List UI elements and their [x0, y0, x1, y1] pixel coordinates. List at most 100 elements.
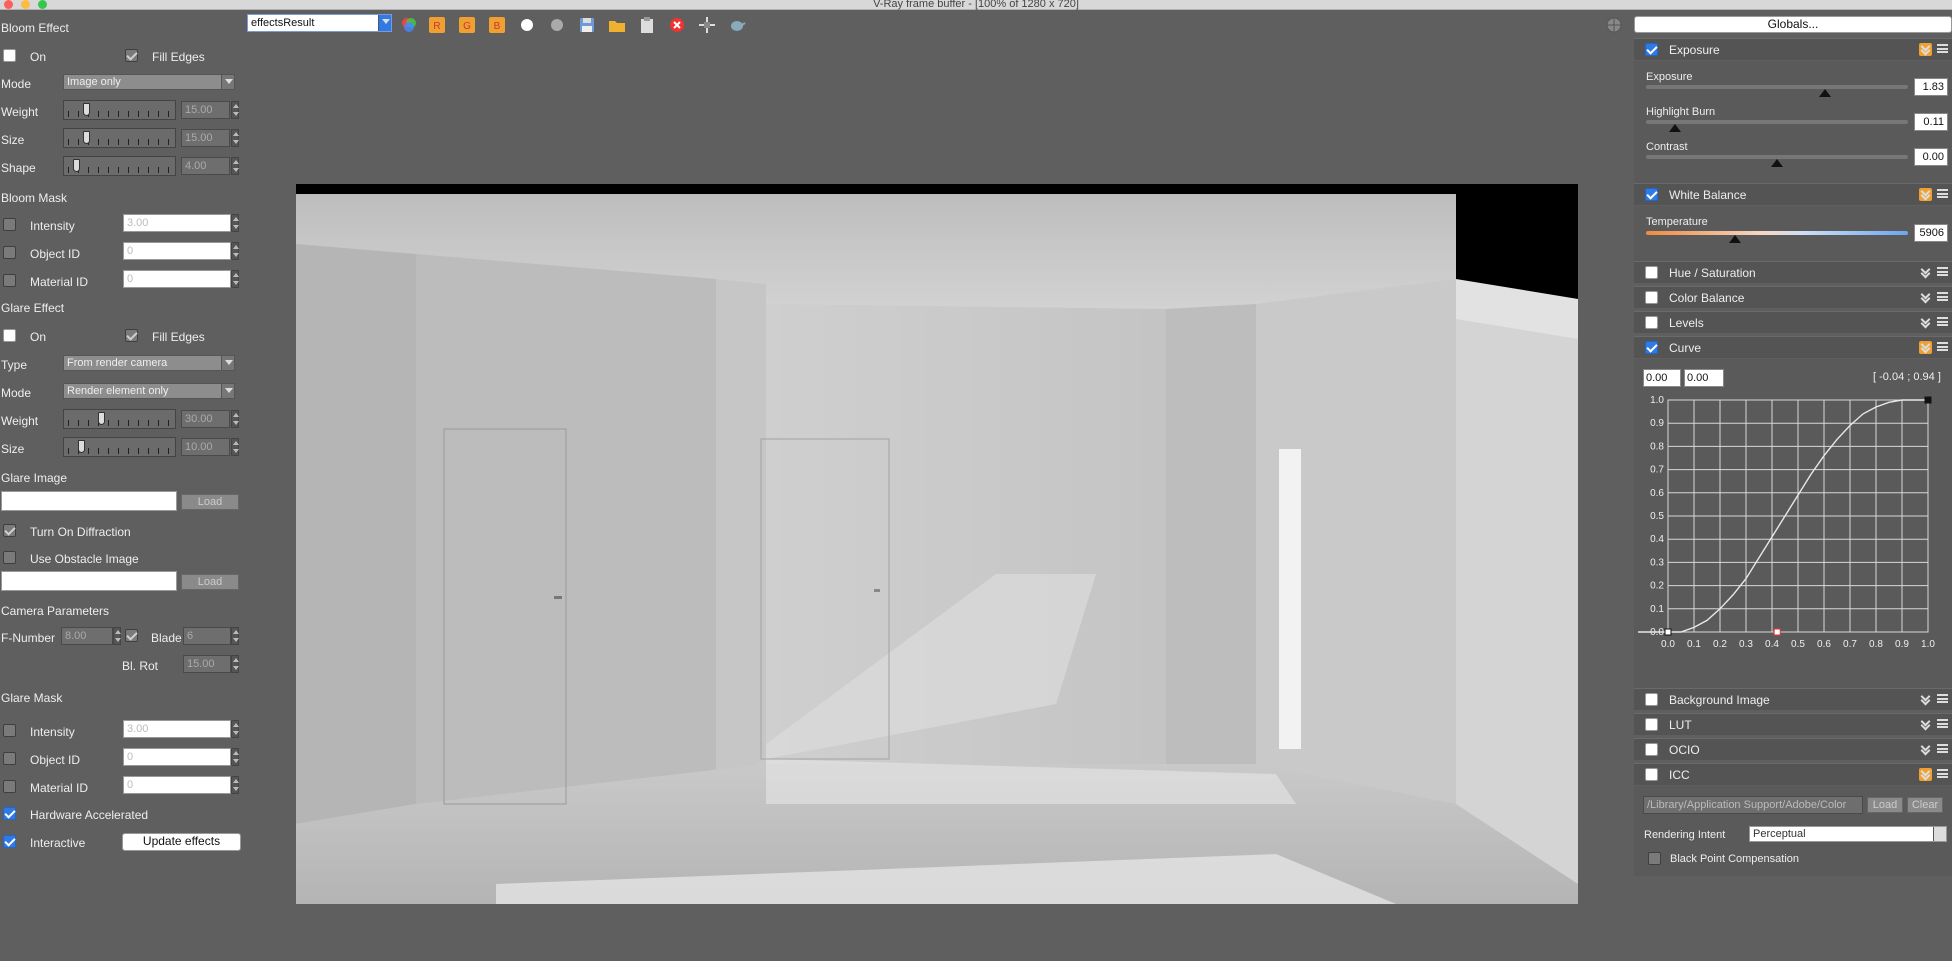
levels-section-header[interactable]: Levels — [1634, 311, 1952, 333]
curve-enable-checkbox[interactable] — [1645, 341, 1658, 354]
interactive-checkbox[interactable] — [3, 835, 16, 848]
glare-material-id-checkbox[interactable] — [3, 780, 16, 793]
levels-enable-checkbox[interactable] — [1645, 316, 1658, 329]
icc-enable-checkbox[interactable] — [1645, 768, 1658, 781]
expand-chevron-icon[interactable] — [1919, 266, 1932, 279]
color-channels-icon[interactable] — [400, 16, 418, 34]
obstacle-image-load-button[interactable]: Load — [181, 574, 239, 590]
bloom-object-id-input[interactable]: 0 — [123, 242, 231, 260]
curve-control-point[interactable] — [1664, 628, 1672, 636]
track-mouse-icon[interactable] — [698, 16, 716, 34]
glare-object-id-input[interactable]: 0 — [123, 748, 231, 766]
bloom-object-id-spinner[interactable] — [231, 242, 239, 260]
glare-image-load-button[interactable]: Load — [181, 494, 239, 510]
glare-size-slider[interactable] — [63, 437, 176, 457]
render-channel-select[interactable]: effectsResult — [247, 14, 392, 32]
collapse-chevron-icon[interactable] — [1919, 341, 1932, 354]
background-image-enable-checkbox[interactable] — [1645, 693, 1658, 706]
clear-image-icon[interactable] — [668, 16, 686, 34]
red-channel-icon[interactable]: R — [428, 16, 446, 34]
hamburger-menu-icon[interactable] — [1937, 342, 1948, 351]
f-number-spinner[interactable] — [113, 627, 121, 645]
rendering-intent-select[interactable]: Perceptual — [1749, 826, 1947, 842]
collapse-chevron-icon[interactable] — [1919, 188, 1932, 201]
blade-spinner[interactable] — [231, 627, 239, 645]
bloom-on-checkbox[interactable] — [3, 49, 16, 62]
bloom-material-id-input[interactable]: 0 — [123, 270, 231, 288]
highlight-burn-slider-thumb[interactable] — [1668, 124, 1681, 132]
temperature-slider[interactable] — [1646, 231, 1908, 235]
black-point-compensation-checkbox[interactable] — [1648, 852, 1661, 865]
curve-control-point[interactable] — [1773, 628, 1781, 636]
glare-object-id-checkbox[interactable] — [3, 752, 16, 765]
bloom-weight-input[interactable]: 15.00 — [181, 101, 230, 119]
glare-intensity-spinner[interactable] — [231, 720, 239, 738]
bloom-material-id-spinner[interactable] — [231, 270, 239, 288]
expand-chevron-icon[interactable] — [1919, 316, 1932, 329]
expand-chevron-icon[interactable] — [1919, 718, 1932, 731]
turn-on-diffraction-checkbox[interactable] — [3, 524, 16, 537]
ocio-section-header[interactable]: OCIO — [1634, 738, 1952, 760]
glare-mode-select[interactable]: Render element only — [63, 383, 235, 399]
f-number-input[interactable]: 8.00 — [61, 627, 113, 645]
icc-load-button[interactable]: Load — [1867, 797, 1903, 813]
glare-on-checkbox[interactable] — [3, 329, 16, 342]
globals-button[interactable]: Globals... — [1634, 16, 1952, 33]
hamburger-menu-icon[interactable] — [1937, 317, 1948, 326]
temperature-value-input[interactable]: 5906 — [1914, 224, 1948, 242]
hamburger-menu-icon[interactable] — [1937, 189, 1948, 198]
bloom-weight-slider[interactable] — [63, 100, 176, 120]
alpha-white-icon[interactable] — [518, 16, 536, 34]
hue-saturation-enable-checkbox[interactable] — [1645, 266, 1658, 279]
blade-rotation-input[interactable]: 15.00 — [183, 655, 231, 673]
exposure-enable-checkbox[interactable] — [1645, 43, 1658, 56]
ocio-enable-checkbox[interactable] — [1645, 743, 1658, 756]
glare-image-path-input[interactable] — [1, 491, 177, 511]
curve-section-header[interactable]: Curve — [1634, 336, 1952, 358]
expand-chevron-icon[interactable] — [1919, 693, 1932, 706]
curve-editor[interactable]: 0.0 0.1 0.2 0.3 0.4 0.5 0.6 0.7 0.8 0.9 1.0 0.00.1… — [1634, 395, 1950, 657]
bloom-intensity-input[interactable]: 3.00 — [123, 214, 231, 232]
white-balance-enable-checkbox[interactable] — [1645, 188, 1658, 201]
highlight-burn-value-input[interactable]: 0.11 — [1914, 113, 1948, 131]
glare-material-id-spinner[interactable] — [231, 776, 239, 794]
bloom-shape-input[interactable]: 4.00 — [181, 157, 230, 175]
contrast-value-input[interactable]: 0.00 — [1914, 148, 1948, 166]
slider-thumb[interactable] — [83, 103, 90, 116]
bloom-object-id-checkbox[interactable] — [3, 246, 16, 259]
glare-weight-slider[interactable] — [63, 409, 176, 429]
glare-size-spinner[interactable] — [231, 438, 239, 456]
curve-output-value[interactable]: 0.00 — [1684, 369, 1724, 387]
glare-fill-edges-checkbox[interactable] — [125, 329, 138, 342]
curve-input-value[interactable]: 0.00 — [1643, 369, 1681, 387]
hamburger-menu-icon[interactable] — [1937, 44, 1948, 53]
lut-enable-checkbox[interactable] — [1645, 718, 1658, 731]
save-image-icon[interactable] — [578, 16, 596, 34]
hamburger-menu-icon[interactable] — [1937, 769, 1948, 778]
icc-section-header[interactable]: ICC — [1634, 763, 1952, 785]
icc-profile-path-input[interactable]: /Library/Application Support/Adobe/Color — [1643, 796, 1863, 814]
exposure-slider-thumb[interactable] — [1818, 89, 1831, 97]
hamburger-menu-icon[interactable] — [1937, 719, 1948, 728]
contrast-slider-thumb[interactable] — [1771, 159, 1783, 167]
bloom-material-id-checkbox[interactable] — [3, 274, 16, 287]
teapot-render-icon[interactable] — [728, 16, 746, 34]
slider-thumb[interactable] — [83, 131, 90, 144]
clipboard-icon[interactable] — [638, 16, 656, 34]
exposure-slider[interactable] — [1646, 85, 1908, 89]
hamburger-menu-icon[interactable] — [1937, 267, 1948, 276]
color-balance-enable-checkbox[interactable] — [1645, 291, 1658, 304]
glare-weight-input[interactable]: 30.00 — [181, 410, 230, 428]
hamburger-menu-icon[interactable] — [1937, 744, 1948, 753]
expand-chevron-icon[interactable] — [1919, 291, 1932, 304]
green-channel-icon[interactable]: G — [458, 16, 476, 34]
slider-thumb[interactable] — [98, 412, 105, 425]
glare-type-select[interactable]: From render camera — [63, 355, 235, 371]
monochrome-icon[interactable] — [548, 16, 566, 34]
glare-size-input[interactable]: 10.00 — [181, 438, 230, 456]
collapse-chevron-icon[interactable] — [1919, 43, 1932, 56]
collapse-chevron-icon[interactable] — [1919, 768, 1932, 781]
highlight-burn-slider[interactable] — [1646, 120, 1908, 124]
curve-control-point[interactable] — [1924, 396, 1932, 404]
open-folder-icon[interactable] — [608, 16, 626, 34]
